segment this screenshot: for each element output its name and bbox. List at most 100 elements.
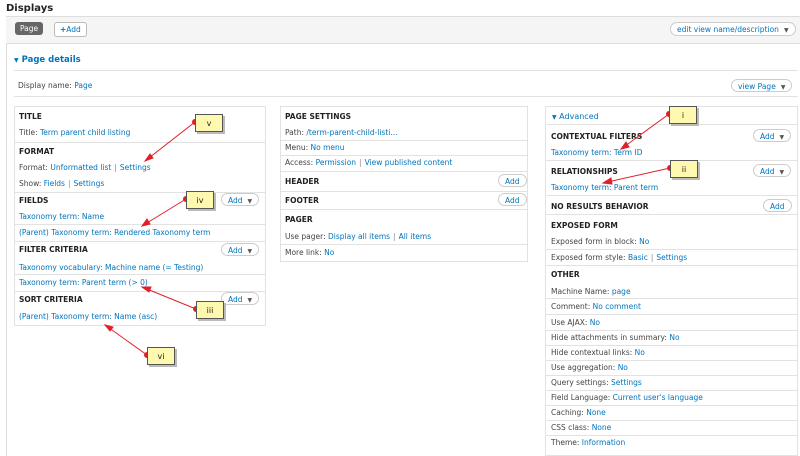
callout-ii: ii	[670, 160, 698, 178]
title-label: Title:	[19, 128, 38, 137]
separator: |	[114, 163, 117, 172]
menu-row: Menu: No menu	[285, 143, 345, 152]
divider	[14, 96, 798, 97]
format-row: Format: Unformatted list | Settings	[19, 163, 151, 172]
divider	[546, 360, 797, 361]
field-item[interactable]: (Parent) Taxonomy term: Rendered Taxonom…	[19, 228, 210, 237]
other-label: Query settings:	[551, 378, 609, 387]
other-value-link[interactable]: Information	[582, 438, 625, 447]
other-value-link[interactable]: Settings	[611, 378, 642, 387]
add-display-button[interactable]: +Add	[54, 22, 87, 37]
more-link-value[interactable]: No	[324, 248, 334, 257]
other-value-link[interactable]: No	[618, 363, 628, 372]
divider	[546, 420, 797, 421]
no-results-add-button[interactable]: Add	[763, 199, 792, 212]
format-link[interactable]: Unformatted list	[50, 163, 111, 172]
other-label: Hide contextual links:	[551, 348, 633, 357]
other-value-link[interactable]: None	[586, 408, 606, 417]
add-label: Add	[760, 167, 775, 176]
divider	[546, 298, 797, 299]
other-row: Machine Name: page	[551, 287, 631, 296]
page-settings-section-header: PAGE SETTINGS	[285, 112, 352, 121]
view-page-dropdown[interactable]: view Page ▼	[731, 79, 793, 92]
other-value-link[interactable]: No	[669, 333, 679, 342]
edit-view-name-dropdown[interactable]: edit view name/description ▼	[670, 22, 796, 36]
use-pager-link[interactable]: Display all items	[328, 232, 390, 241]
advanced-label: Advanced	[559, 112, 599, 121]
divider	[14, 70, 798, 71]
footer-section-header: FOOTER	[285, 196, 319, 205]
exposed-block-link[interactable]: No	[639, 237, 649, 246]
other-value-link[interactable]: None	[592, 423, 612, 432]
divider	[281, 209, 527, 210]
path-link[interactable]: /term-parent-child-listi...	[306, 128, 397, 137]
other-row: Use aggregation: No	[551, 363, 628, 372]
exposed-form-section-header: EXPOSED FORM	[551, 221, 618, 230]
filter-item[interactable]: Taxonomy vocabulary: Machine name (= Tes…	[19, 263, 203, 272]
more-link-row: More link: No	[285, 248, 334, 257]
exposed-style-link[interactable]: Basic	[628, 253, 648, 262]
other-value-link[interactable]: No comment	[593, 302, 641, 311]
other-row: Hide contextual links: No	[551, 348, 645, 357]
page-details-heading: Page details	[21, 55, 81, 65]
fields-section-header: FIELDS	[19, 196, 49, 205]
separator: |	[67, 179, 71, 188]
separator: |	[359, 158, 362, 167]
display-name-row: Display name: Page	[18, 81, 92, 90]
divider	[15, 274, 265, 275]
relationship-item[interactable]: Taxonomy term: Parent term	[551, 183, 658, 192]
tab-page[interactable]: Page	[15, 22, 44, 35]
exposed-block-row: Exposed form in block: No	[551, 237, 649, 246]
exposed-style-settings-link[interactable]: Settings	[656, 253, 687, 262]
filter-add-button[interactable]: Add ▼	[221, 243, 260, 256]
other-row: Field Language: Current user's language	[551, 393, 703, 402]
format-settings-link[interactable]: Settings	[120, 163, 151, 172]
access-link[interactable]: Permission	[316, 158, 356, 167]
format-label: Format:	[19, 163, 48, 172]
other-value-link[interactable]: page	[612, 287, 631, 296]
chevron-down-icon: ▼	[783, 27, 789, 34]
chevron-down-icon: ▼	[247, 248, 253, 255]
divider	[15, 142, 265, 143]
exposed-block-label: Exposed form in block:	[551, 237, 637, 246]
other-value-link[interactable]: No	[635, 348, 645, 357]
contextual-filter-item[interactable]: Taxonomy term: Term ID	[551, 148, 642, 157]
divider	[546, 330, 797, 331]
header-add-button[interactable]: Add	[498, 174, 527, 187]
other-label: Field Language:	[551, 393, 611, 402]
menu-link[interactable]: No menu	[311, 143, 345, 152]
other-value-link[interactable]: No	[590, 318, 600, 327]
callout-i: i	[669, 106, 697, 124]
sort-item[interactable]: (Parent) Taxonomy term: Name (asc)	[19, 312, 157, 321]
divider	[281, 140, 527, 141]
title-link[interactable]: Term parent child listing	[40, 128, 130, 137]
show-link[interactable]: Fields	[44, 179, 65, 188]
callout-iv: iv	[186, 191, 214, 209]
page-details-toggle[interactable]: ▼ Page details	[14, 55, 81, 65]
field-item[interactable]: Taxonomy term: Name	[19, 212, 104, 221]
divider	[546, 265, 797, 266]
use-pager-extra-link[interactable]: All items	[399, 232, 432, 241]
footer-add-button[interactable]: Add	[498, 193, 527, 206]
display-name-link[interactable]: Page	[74, 81, 92, 90]
divider	[546, 249, 797, 250]
other-label: Theme:	[551, 438, 580, 447]
divider	[546, 314, 797, 315]
advanced-toggle[interactable]: ▼ Advanced	[552, 112, 599, 121]
other-value-link[interactable]: Current user's language	[613, 393, 703, 402]
divider	[546, 345, 797, 346]
other-row: Use AJAX: No	[551, 318, 600, 327]
other-label: Machine Name:	[551, 287, 610, 296]
more-link-label: More link:	[285, 248, 322, 257]
show-settings-link[interactable]: Settings	[74, 179, 105, 188]
contextual-add-button[interactable]: Add ▼	[753, 129, 792, 142]
filter-item[interactable]: Taxonomy term: Parent term (> 0)	[19, 278, 148, 287]
divider	[15, 224, 265, 225]
relationships-add-button[interactable]: Add ▼	[753, 164, 792, 177]
sort-add-button[interactable]: Add ▼	[221, 292, 260, 305]
fields-add-button[interactable]: Add ▼	[221, 193, 260, 206]
add-display-label: Add	[66, 25, 81, 34]
access-extra-link[interactable]: View published content	[365, 158, 453, 167]
triangle-down-icon: ▼	[14, 57, 19, 64]
pager-section-header: PAGER	[285, 215, 313, 224]
